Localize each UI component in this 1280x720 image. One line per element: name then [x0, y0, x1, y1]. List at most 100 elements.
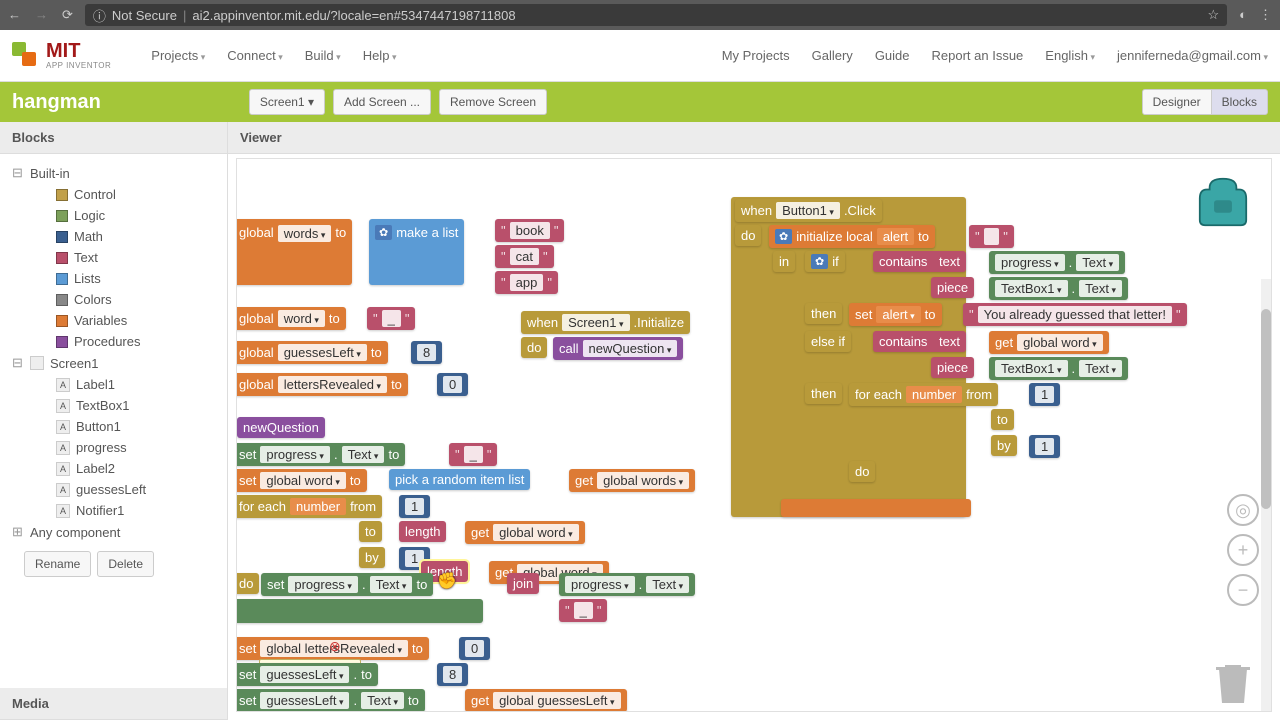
category-math[interactable]: Math: [0, 226, 227, 247]
block-number-1c[interactable]: 1: [1029, 383, 1060, 406]
block-text-cat[interactable]: "cat": [495, 245, 554, 268]
canvas-scrollbar[interactable]: [1261, 279, 1271, 711]
block-number-1a[interactable]: 1: [399, 495, 430, 518]
error-icon[interactable]: ⊗: [329, 638, 341, 655]
block-newquestion-def[interactable]: newQuestion: [237, 417, 325, 438]
block-progress-text-1[interactable]: progress.Text: [989, 251, 1125, 274]
url-bar[interactable]: ⓘ Not Secure | ai2.appinventor.mit.edu/?…: [85, 4, 1227, 26]
block-when-screen-init[interactable]: whenScreen1.Initialize: [521, 311, 690, 334]
menu-email[interactable]: jenniferneda@gmail.com: [1117, 48, 1268, 63]
block-contains-2[interactable]: contains text: [873, 331, 966, 352]
block-set-guessesleft-text[interactable]: setguessesLeft.to: [236, 663, 378, 686]
block-progress-text-getter[interactable]: progress.Text: [559, 573, 695, 596]
block-foreach[interactable]: for eachnumberfrom: [236, 495, 382, 518]
logo[interactable]: MIT APP INVENTOR: [12, 41, 111, 70]
block-number-0[interactable]: 0: [437, 373, 468, 396]
block-green-bottom[interactable]: [236, 599, 483, 623]
anycomponent-node[interactable]: ⊞ Any component: [0, 521, 227, 543]
block-when-do[interactable]: do: [521, 337, 547, 358]
block-join[interactable]: join: [507, 573, 539, 594]
category-procedures[interactable]: Procedures: [0, 331, 227, 352]
category-lists[interactable]: Lists: [0, 268, 227, 289]
remove-screen-button[interactable]: Remove Screen: [439, 89, 547, 115]
block-make-a-list[interactable]: ✿make a list: [369, 219, 464, 285]
block-if[interactable]: ✿if: [805, 251, 845, 272]
block-text-underscore[interactable]: "_": [367, 307, 415, 330]
block-global-lettersrevealed[interactable]: globallettersRevealedto: [236, 373, 408, 396]
component-textbox1[interactable]: ATextBox1: [0, 395, 227, 416]
block-textbox1-text-1[interactable]: TextBox1.Text: [989, 277, 1128, 300]
block-global-word[interactable]: globalwordto: [236, 307, 346, 330]
back-icon[interactable]: ←: [8, 7, 21, 23]
trash-icon[interactable]: [1213, 659, 1253, 705]
block-text-book[interactable]: "book": [495, 219, 564, 242]
backpack-icon[interactable]: [1195, 177, 1251, 227]
forward-icon[interactable]: →: [35, 7, 48, 23]
gear-icon[interactable]: ✿: [775, 229, 792, 244]
add-screen-button[interactable]: Add Screen ...: [333, 89, 431, 115]
block-call-newquestion[interactable]: callnewQuestion: [553, 337, 683, 360]
block-set-progress-text-2[interactable]: setprogress.Textto: [261, 573, 433, 596]
block-set-progress-text[interactable]: setprogress.Textto: [236, 443, 405, 466]
designer-tab[interactable]: Designer: [1142, 89, 1212, 115]
menu-help[interactable]: Help: [363, 48, 397, 63]
builtin-node[interactable]: ⊟ Built-in: [0, 162, 227, 184]
block-number-8b[interactable]: 8: [437, 663, 468, 686]
block-pick-random[interactable]: pick a random item list: [389, 469, 530, 490]
component-button1[interactable]: AButton1: [0, 416, 227, 437]
block-foreach-to[interactable]: to: [359, 521, 382, 542]
gear-icon[interactable]: ✿: [375, 225, 392, 240]
block-init-local-alert[interactable]: ✿initialize localalertto: [769, 225, 935, 248]
block-get-global-words[interactable]: getglobal words: [569, 469, 695, 492]
block-number-1d[interactable]: 1: [1029, 435, 1060, 458]
gear-icon[interactable]: ✿: [811, 254, 828, 269]
component-label2[interactable]: ALabel2: [0, 458, 227, 479]
component-label1[interactable]: ALabel1: [0, 374, 227, 395]
expand-icon[interactable]: ⊞: [12, 524, 24, 540]
menu-connect[interactable]: Connect: [227, 48, 282, 63]
block-set-alert[interactable]: setalertto: [849, 303, 942, 326]
user-icon[interactable]: ◐: [1239, 7, 1247, 23]
rename-button[interactable]: Rename: [24, 551, 91, 577]
block-foreach-2[interactable]: for eachnumberfrom: [849, 383, 998, 406]
zoom-in-button[interactable]: +: [1227, 534, 1259, 566]
delete-button[interactable]: Delete: [97, 551, 154, 577]
block-global-words[interactable]: globalwordsto: [236, 219, 352, 285]
menu-report[interactable]: Report an Issue: [932, 48, 1024, 63]
screen1-node[interactable]: ⊟ Screen1: [0, 352, 227, 374]
menu-myprojects[interactable]: My Projects: [722, 48, 790, 63]
block-set-global-word[interactable]: setglobal wordto: [236, 469, 367, 492]
component-guessesleft[interactable]: AguessesLeft: [0, 479, 227, 500]
menu-icon[interactable]: ⋮: [1259, 7, 1272, 23]
block-get-global-guessesleft[interactable]: getglobal guessesLeft: [465, 689, 627, 712]
category-control[interactable]: Control: [0, 184, 227, 205]
block-length[interactable]: length: [399, 521, 446, 542]
category-colors[interactable]: Colors: [0, 289, 227, 310]
zoom-out-button[interactable]: −: [1227, 574, 1259, 606]
recenter-button[interactable]: ◎: [1227, 494, 1259, 526]
block-when-button-click[interactable]: whenButton1.Click: [735, 199, 882, 222]
block-piece-2[interactable]: piece: [931, 357, 974, 378]
blocks-tab[interactable]: Blocks: [1211, 89, 1268, 115]
menu-projects[interactable]: Projects: [151, 48, 205, 63]
block-foreach-by[interactable]: by: [359, 547, 385, 568]
block-get-global-word-2[interactable]: getglobal word: [989, 331, 1109, 354]
component-progress[interactable]: Aprogress: [0, 437, 227, 458]
block-piece-1[interactable]: piece: [931, 277, 974, 298]
block-contains-1[interactable]: contains text: [873, 251, 966, 272]
component-notifier1[interactable]: ANotifier1: [0, 500, 227, 521]
menu-english[interactable]: English: [1045, 48, 1095, 63]
block-textbox1-text-2[interactable]: TextBox1.Text: [989, 357, 1128, 380]
block-global-guessesleft[interactable]: globalguessesLeftto: [236, 341, 388, 364]
block-text-underscore-2[interactable]: "_": [449, 443, 497, 466]
collapse-icon[interactable]: ⊟: [12, 355, 24, 371]
category-variables[interactable]: Variables: [0, 310, 227, 331]
block-number-0b[interactable]: 0: [459, 637, 490, 660]
block-text-app[interactable]: "app": [495, 271, 558, 294]
block-orange-tail[interactable]: [781, 499, 971, 517]
screen-select[interactable]: Screen1 ▾: [249, 89, 325, 115]
block-text-underscore-3[interactable]: "_": [559, 599, 607, 622]
menu-build[interactable]: Build: [305, 48, 341, 63]
category-logic[interactable]: Logic: [0, 205, 227, 226]
menu-guide[interactable]: Guide: [875, 48, 910, 63]
